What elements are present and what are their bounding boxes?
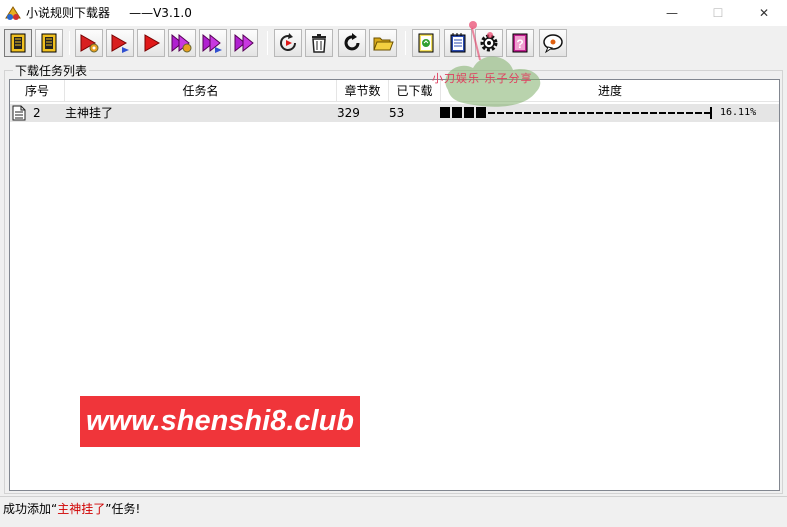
folder-icon: [373, 37, 394, 51]
status-task-name: 主神挂了: [57, 502, 106, 516]
all-settings-button[interactable]: [168, 29, 196, 57]
double-play-gear-icon: [171, 33, 192, 53]
table-row[interactable]: 2 主神挂了 329 53 16.11%: [10, 104, 779, 122]
row-progress-percent: 16.11%: [720, 107, 757, 118]
toolbar: ?: [0, 26, 787, 60]
row-downloaded: 53: [389, 106, 405, 120]
maximize-button[interactable]: ☐: [695, 0, 741, 26]
column-header-chapters[interactable]: 章节数: [337, 80, 389, 102]
book-icon: [41, 33, 57, 53]
column-header-index[interactable]: 序号: [10, 80, 65, 102]
rules-list-button[interactable]: [35, 29, 63, 57]
task-list-label: 下载任务列表: [13, 62, 90, 79]
status-bar: 成功添加“主神挂了”任务!: [0, 496, 787, 519]
trash-icon: [312, 34, 326, 53]
rules-manager-button[interactable]: [4, 29, 32, 57]
refresh-play-icon: [280, 33, 296, 51]
all-forward-button[interactable]: [199, 29, 227, 57]
close-button[interactable]: ✕: [741, 0, 787, 26]
start-button[interactable]: [137, 29, 165, 57]
list-header: 序号 任务名 章节数 已下载 进度: [10, 80, 779, 102]
column-header-name[interactable]: 任务名: [65, 80, 337, 102]
minimize-button[interactable]: —: [649, 0, 695, 26]
double-play-arrow-icon: [202, 33, 222, 53]
row-chapters: 329: [337, 106, 360, 120]
reload-button[interactable]: [338, 29, 366, 57]
reload-icon: [344, 33, 360, 51]
book-icon: [10, 33, 26, 53]
all-start-button[interactable]: [230, 29, 258, 57]
play-gear-icon: [80, 34, 99, 53]
watermark-stamp-text: 小刀娱乐 乐子分享: [432, 72, 533, 85]
window-title: 小说规则下载器 ——V3.1.0: [26, 6, 192, 20]
document-icon: [12, 105, 26, 121]
start-settings-button[interactable]: [75, 29, 103, 57]
row-task-name: 主神挂了: [65, 106, 114, 120]
play-arrow-icon: [111, 34, 129, 53]
open-folder-button[interactable]: [369, 29, 397, 57]
title-bar: 小说规则下载器 ——V3.1.0 — ☐ ✕: [0, 0, 787, 26]
start-selected-button[interactable]: [106, 29, 134, 57]
app-icon: [5, 6, 21, 20]
progress-end-mark: [710, 107, 712, 119]
row-index: 2: [33, 106, 41, 120]
retry-button[interactable]: [274, 29, 302, 57]
double-play-icon: [234, 33, 254, 53]
watermark-banner: www.shenshi8.club: [80, 396, 360, 447]
play-icon: [144, 34, 161, 52]
delete-button[interactable]: [305, 29, 333, 57]
status-message: 成功添加“主神挂了”任务!: [3, 502, 141, 516]
